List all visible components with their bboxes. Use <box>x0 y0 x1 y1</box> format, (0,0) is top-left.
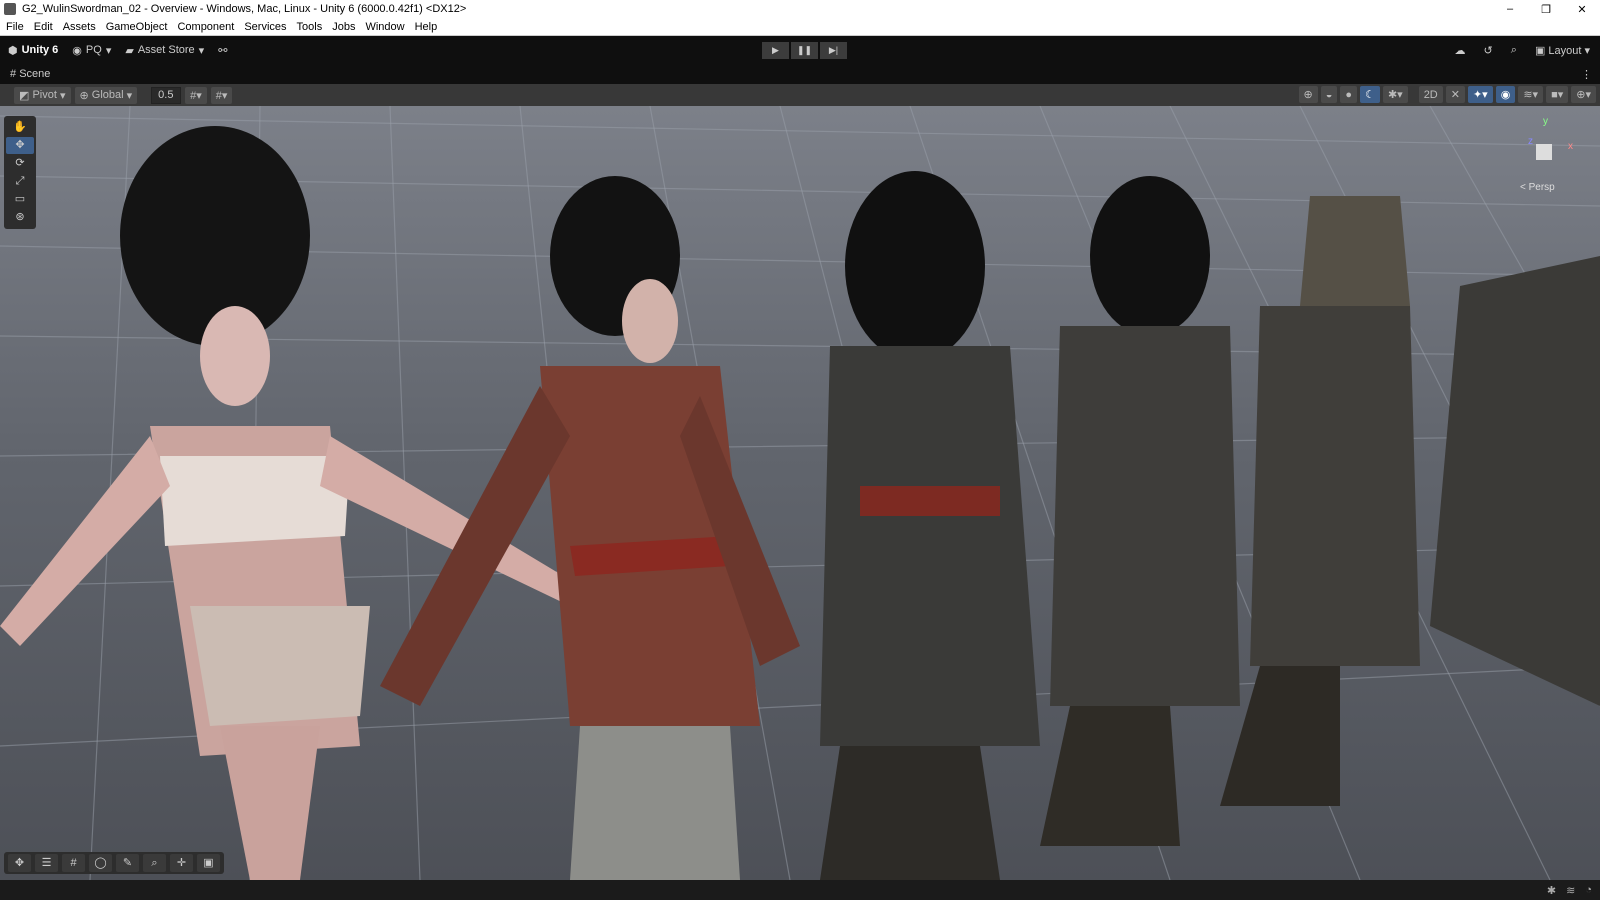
play-button[interactable]: ▶ <box>762 42 789 59</box>
gizmos-icon[interactable]: ⊕▾ <box>1571 86 1596 103</box>
view-tool-hand-icon[interactable]: ✋ <box>6 119 34 136</box>
move-overlay-icon[interactable]: ✥ <box>8 854 31 872</box>
account-icon: ◉ <box>72 44 82 57</box>
toolbar-right: ☁ ↺ ⌕ ▣ Layout ▾ <box>1455 36 1590 64</box>
chevron-down-icon: ▾ <box>198 44 205 57</box>
settings-status-icon[interactable]: ◔ <box>1585 884 1592 896</box>
global-dropdown[interactable]: ⊕ Global ▾ <box>74 86 138 104</box>
increment-snap-button[interactable]: #▾ <box>210 86 233 104</box>
2d-toggle-icon[interactable]: 2D <box>1418 86 1443 103</box>
menu-assets[interactable]: Assets <box>63 21 96 33</box>
menu-bar: File Edit Assets GameObject Component Se… <box>0 18 1600 36</box>
shaded-icon[interactable]: ● <box>1340 86 1358 103</box>
projection-toggle[interactable]: < Persp <box>1520 182 1555 193</box>
asset-store-dropdown[interactable]: ▰ Asset Store ▾ <box>125 44 204 57</box>
cloud-icon[interactable]: ☁ <box>1455 44 1466 57</box>
characters <box>0 126 1600 880</box>
debug-draw-icon[interactable]: ✱▾ <box>1382 86 1408 103</box>
menu-gameobject[interactable]: GameObject <box>106 21 168 33</box>
window-title: G2_WulinSwordman_02 - Overview - Windows… <box>22 3 467 15</box>
more-options-icon[interactable]: ⋮ <box>1581 68 1592 81</box>
transform-tool-icon[interactable]: ⊛ <box>6 209 34 226</box>
menu-services[interactable]: Services <box>244 21 286 33</box>
visibility-icon[interactable]: ◉ <box>1495 86 1516 103</box>
grid-overlay-icon[interactable]: # <box>62 854 85 872</box>
menu-tools[interactable]: Tools <box>297 21 323 33</box>
gizmo-cube <box>1536 144 1552 160</box>
tab-scene[interactable]: # Scene <box>10 68 50 80</box>
search-icon[interactable]: ⌕ <box>1511 44 1517 57</box>
tab-bar: # Scene ⋮ <box>0 64 1600 84</box>
version-control-button[interactable]: ⚯ <box>218 44 227 57</box>
close-button[interactable]: ✕ <box>1564 3 1600 16</box>
snap-value-input[interactable]: 0.5 <box>151 86 182 104</box>
layers-icon[interactable]: ≋▾ <box>1518 86 1544 103</box>
title-bar: G2_WulinSwordman_02 - Overview - Windows… <box>0 0 1600 18</box>
unity-logo-icon <box>4 3 16 15</box>
menu-jobs[interactable]: Jobs <box>332 21 355 33</box>
grid-snap-button[interactable]: #▾ <box>185 86 207 104</box>
move-tool-icon[interactable]: ✥ <box>6 137 34 154</box>
branch-icon: ⚯ <box>218 44 228 57</box>
tool-palette: ✋ ✥ ⟳ ⤢ ▭ ⊛ <box>4 116 36 229</box>
scene-viewport[interactable]: ✋ ✥ ⟳ ⤢ ▭ ⊛ y x z < Persp ✥ ☰ # ◯ ✎ ⌕ ✛ … <box>0 106 1600 880</box>
wireframe-icon[interactable]: ⊕ <box>1298 86 1318 103</box>
minimize-button[interactable]: – <box>1492 3 1528 16</box>
hierarchy-overlay-icon[interactable]: ☰ <box>35 854 58 872</box>
orbit-overlay-icon[interactable]: ◯ <box>89 854 112 872</box>
menu-help[interactable]: Help <box>415 21 438 33</box>
playmode-controls: ▶ ❚❚ ▶| <box>762 42 847 59</box>
menu-component[interactable]: Component <box>177 21 234 33</box>
camera-icon[interactable]: ■▾ <box>1546 86 1569 103</box>
zoom-overlay-icon[interactable]: ⌕ <box>143 854 166 872</box>
maximize-button[interactable]: ❐ <box>1528 3 1564 16</box>
rotate-tool-icon[interactable]: ⟳ <box>6 155 34 172</box>
lighting-icon[interactable]: ☾ <box>1360 86 1380 103</box>
scale-tool-icon[interactable]: ⤢ <box>6 173 34 190</box>
menu-window[interactable]: Window <box>365 21 404 33</box>
rect-tool-icon[interactable]: ▭ <box>6 191 34 208</box>
unity-cube-icon: ⬢ <box>8 44 18 57</box>
menu-file[interactable]: File <box>6 21 24 33</box>
audio-toggle-icon[interactable]: ✕ <box>1445 86 1465 103</box>
account-dropdown[interactable]: ◉ PQ ▾ <box>72 44 111 57</box>
effects-icon[interactable]: ✦▾ <box>1467 86 1493 103</box>
pivot-overlay-icon[interactable]: ✛ <box>170 854 193 872</box>
history-icon[interactable]: ↺ <box>1484 44 1493 57</box>
pivot-dropdown[interactable]: ◩ Pivot ▾ <box>14 86 71 104</box>
display-overlay-icon[interactable]: ▣ <box>197 854 220 872</box>
pause-button[interactable]: ❚❚ <box>791 42 818 59</box>
menu-edit[interactable]: Edit <box>34 21 53 33</box>
status-bar: ✱ ≋ ◔ <box>0 880 1600 900</box>
unity-button[interactable]: ⬢ Unity 6 <box>8 44 58 57</box>
scene-render <box>0 106 1600 880</box>
shaded-wireframe-icon[interactable]: ◒ <box>1320 86 1338 103</box>
debug-icon[interactable]: ✱ <box>1547 884 1556 897</box>
layout-dropdown[interactable]: ▣ Layout ▾ <box>1535 44 1590 57</box>
orientation-gizmo[interactable]: y x z < Persp <box>1510 116 1580 196</box>
paint-overlay-icon[interactable]: ✎ <box>116 854 139 872</box>
layers-status-icon[interactable]: ≋ <box>1566 884 1575 897</box>
overlay-toolbar: ✥ ☰ # ◯ ✎ ⌕ ✛ ▣ <box>4 852 224 874</box>
scene-toolbar: ◩ Pivot ▾ ⊕ Global ▾ 0.5 #▾ #▾ ⊕ ◒ ● ☾ ✱… <box>0 84 1600 106</box>
shopping-bag-icon: ▰ <box>125 44 134 57</box>
step-button[interactable]: ▶| <box>820 42 847 59</box>
chevron-down-icon: ▾ <box>105 44 112 57</box>
